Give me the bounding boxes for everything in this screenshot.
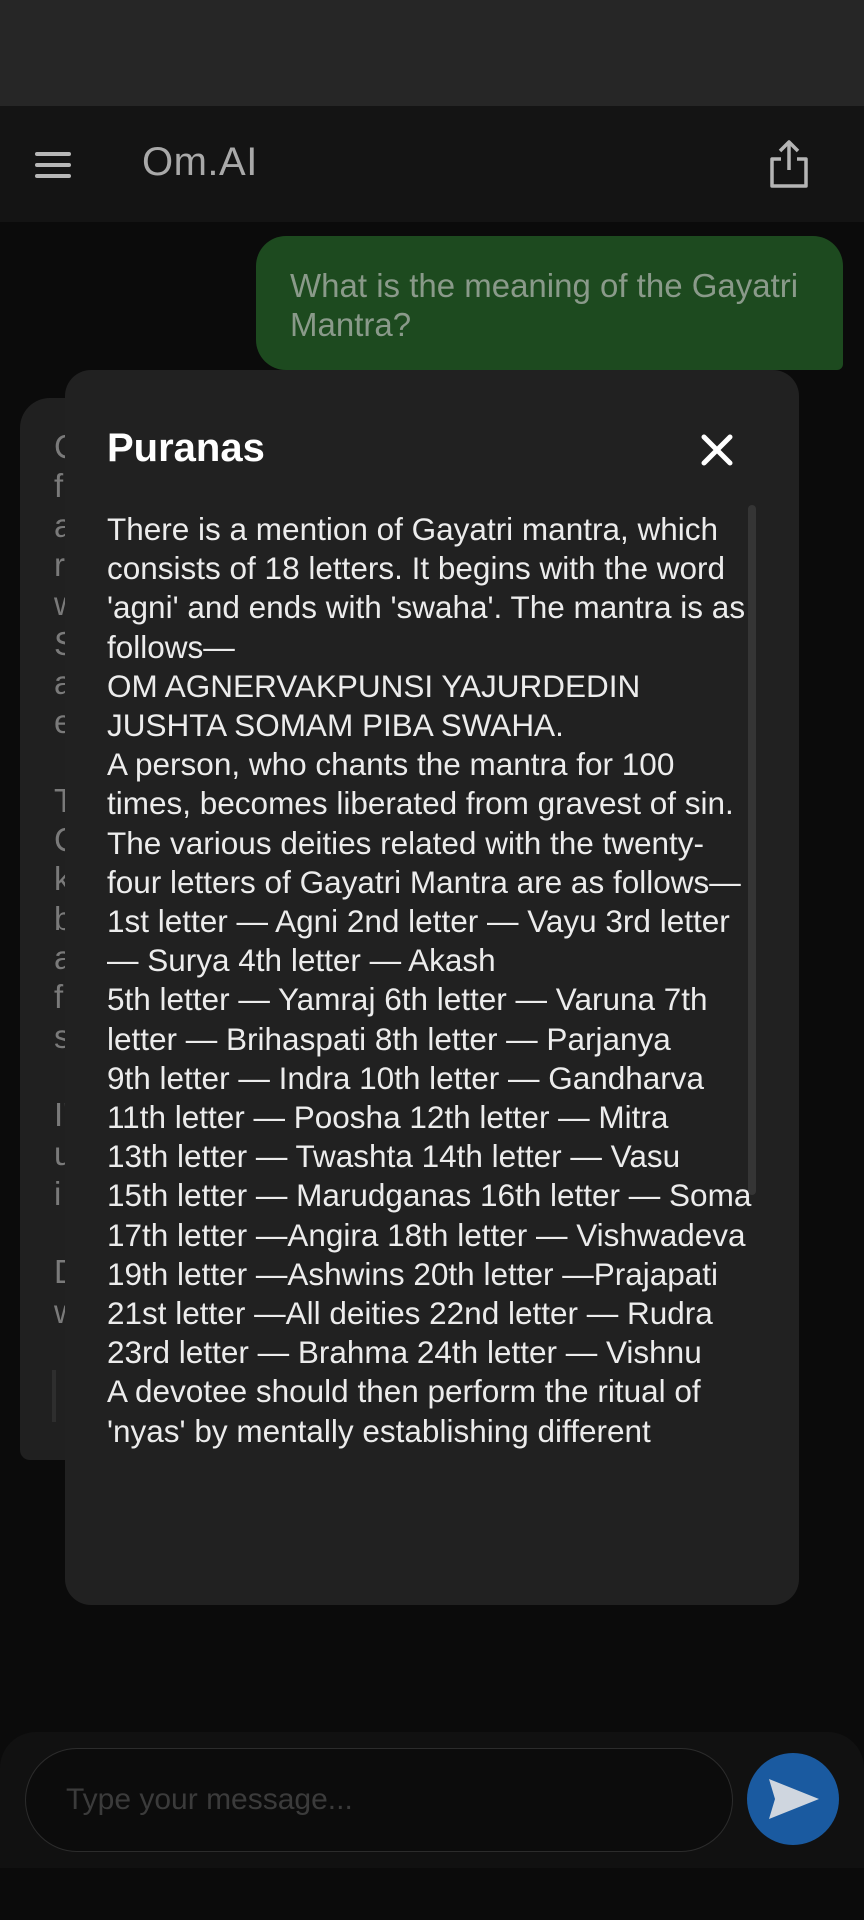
modal-scrollbar[interactable] xyxy=(748,505,756,1195)
close-button[interactable] xyxy=(697,430,737,470)
modal-body-text[interactable]: There is a mention of Gayatri mantra, wh… xyxy=(107,510,757,1565)
close-icon xyxy=(701,434,733,466)
source-modal: Puranas There is a mention of Gayatri ma… xyxy=(65,370,799,1605)
modal-title: Puranas xyxy=(107,426,265,470)
